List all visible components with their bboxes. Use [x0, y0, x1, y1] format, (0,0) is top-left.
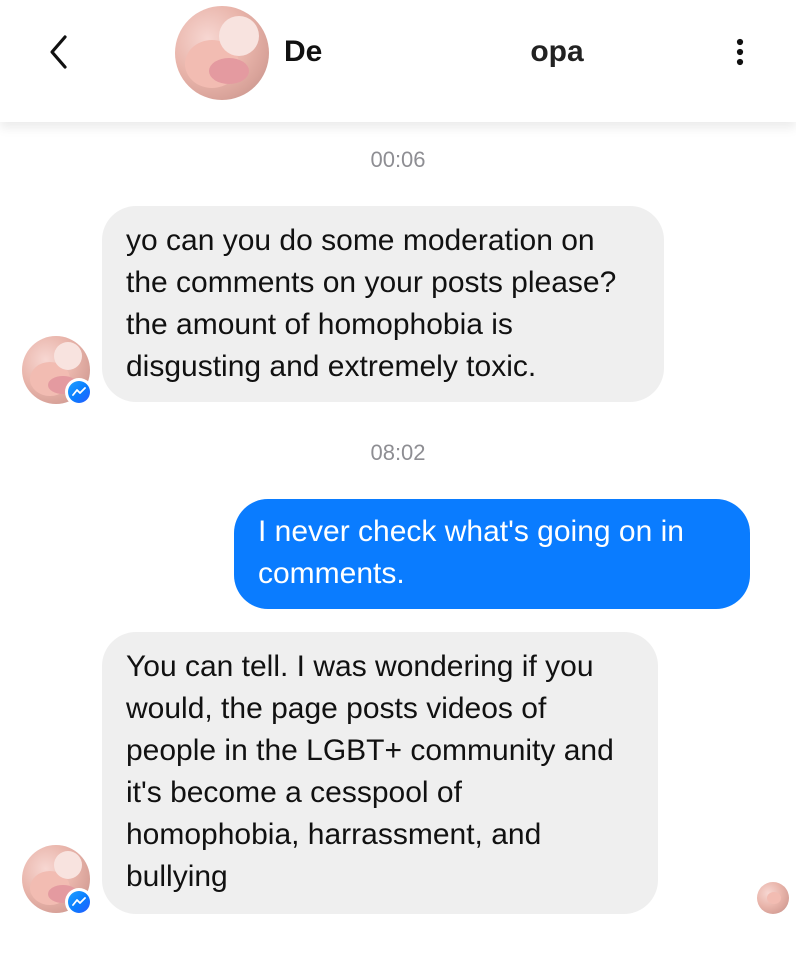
avatar-shape [54, 342, 82, 370]
back-button[interactable] [38, 30, 78, 74]
more-options-button[interactable] [728, 36, 752, 68]
lightning-icon [72, 897, 86, 906]
chat-header: De opa [0, 0, 796, 122]
messenger-badge [65, 888, 93, 916]
incoming-message[interactable]: yo can you do some moderation on the com… [102, 206, 664, 402]
contact-name-start: De [284, 35, 323, 68]
timestamp: 08:02 [370, 440, 426, 465]
more-vertical-icon [736, 38, 744, 66]
messenger-badge-icon [68, 381, 90, 403]
incoming-message[interactable]: You can tell. I was wondering if you wou… [102, 632, 658, 914]
seen-avatar-icon [757, 882, 789, 914]
avatar-shape [54, 851, 82, 879]
chevron-left-icon [50, 35, 67, 69]
avatar-shape [767, 892, 781, 904]
messenger-badge-icon [68, 891, 90, 913]
timestamp: 00:06 [370, 147, 426, 172]
avatar-shape [209, 58, 249, 84]
avatar-shape [219, 16, 259, 56]
messenger-badge [65, 378, 93, 406]
lightning-icon [72, 387, 86, 396]
contact-avatar[interactable] [175, 6, 269, 100]
contact-name[interactable]: De opa [284, 34, 584, 70]
contact-name-end: opa [530, 35, 584, 68]
redacted-name-segment [322, 37, 531, 67]
outgoing-message[interactable]: I never check what's going on in comment… [234, 499, 750, 609]
